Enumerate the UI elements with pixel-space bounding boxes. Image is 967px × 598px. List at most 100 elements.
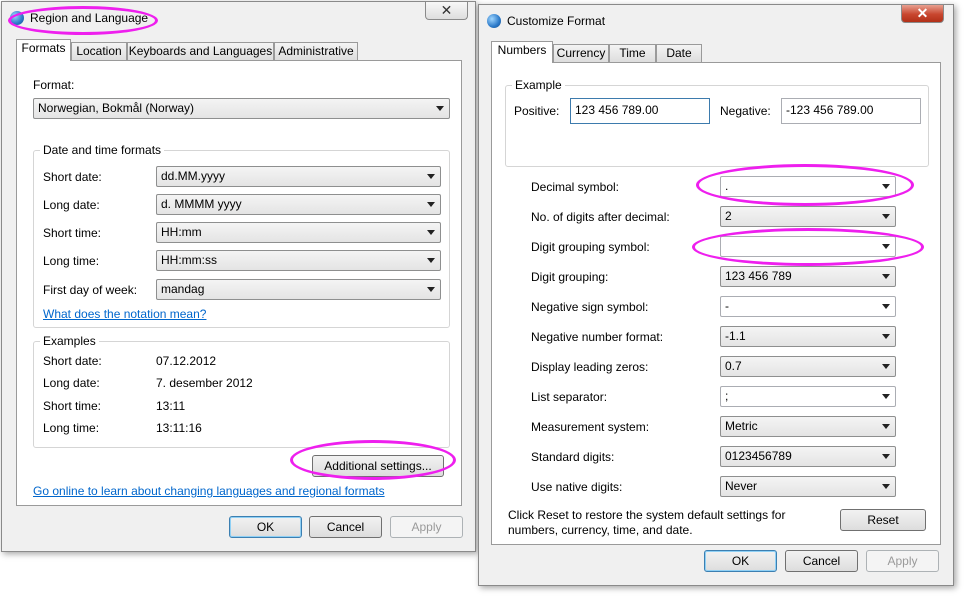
region-dialog-titlebar[interactable]: Region and Language ✕ [2,2,475,32]
digit-grouping-value: 123 456 789 [725,269,792,283]
long-date-dropdown[interactable]: d. MMMM yyyy [156,194,441,215]
tab-label: Location [76,44,122,58]
short-time-dropdown[interactable]: HH:mm [156,222,441,243]
customize-dialog-titlebar[interactable]: Customize Format ✕ [479,5,953,35]
button-label: Cancel [802,554,841,568]
tab-currency[interactable]: Currency [553,44,609,63]
customize-close-button[interactable]: ✕ [901,5,944,23]
long-time-value: HH:mm:ss [161,253,217,267]
tab-label: Time [619,46,646,60]
button-label: Apply [887,554,918,568]
native-digits-dropdown[interactable]: Never [720,476,896,497]
leading-zeros-label: Display leading zeros: [531,360,649,374]
positive-example-value: 123 456 789.00 [575,103,659,117]
region-ok-button[interactable]: OK [229,516,302,538]
customize-apply-button[interactable]: Apply [866,550,939,572]
button-label: Reset [867,513,899,527]
leading-zeros-dropdown[interactable]: 0.7 [720,356,896,377]
tab-time[interactable]: Time [609,44,656,63]
digits-after-decimal-value: 2 [725,209,732,223]
chevron-down-icon [882,334,890,339]
negative-number-format-value: -1.1 [725,329,746,343]
positive-example-field: 123 456 789.00 [570,98,710,124]
chevron-down-icon [882,274,890,279]
online-help-link[interactable]: Go online to learn about changing langua… [33,484,385,498]
list-separator-value: ; [725,389,729,403]
example-long-date-label: Long date: [43,376,100,390]
digits-after-decimal-dropdown[interactable]: 2 [720,206,896,227]
group-title: Example [512,78,565,92]
digit-grouping-label: Digit grouping: [531,270,609,284]
decimal-symbol-dropdown[interactable]: . [720,176,896,197]
long-time-dropdown[interactable]: HH:mm:ss [156,250,441,271]
button-label: OK [256,520,275,534]
digit-grouping-symbol-dropdown[interactable] [720,236,896,257]
globe-icon [487,14,501,28]
first-day-of-week-value: mandag [161,282,205,296]
negative-label: Negative: [720,104,771,118]
chevron-down-icon [882,484,890,489]
first-day-of-week-dropdown[interactable]: mandag [156,279,441,300]
short-time-label: Short time: [43,226,102,240]
button-label: OK [731,554,750,568]
region-close-button[interactable]: ✕ [425,2,468,20]
chevron-down-icon [427,230,435,235]
digit-grouping-symbol-label: Digit grouping symbol: [531,240,650,254]
customize-cancel-button[interactable]: Cancel [785,550,858,572]
customize-dialog-title: Customize Format [507,14,606,28]
measurement-system-value: Metric [725,419,758,433]
digit-grouping-dropdown[interactable]: 123 456 789 [720,266,896,287]
example-group: Example Positive: 123 456 789.00 Negativ… [505,78,929,167]
example-short-date-value: 07.12.2012 [156,354,217,368]
examples-group: Examples Short date: 07.12.2012 Long dat… [33,334,450,448]
region-language-dialog: Region and Language ✕ Formats Location K… [1,1,476,552]
button-label: Additional settings... [324,459,432,473]
negative-number-format-label: Negative number format: [531,330,664,344]
example-long-time-value: 13:11:16 [156,421,202,435]
region-dialog-title: Region and Language [30,11,149,25]
tab-label: Date [666,46,692,60]
standard-digits-dropdown[interactable]: 0123456789 [720,446,896,467]
tab-administrative[interactable]: Administrative [274,42,358,61]
long-time-label: Long time: [43,254,100,268]
list-separator-dropdown[interactable]: ; [720,386,896,407]
example-short-date-label: Short date: [43,354,102,368]
measurement-system-dropdown[interactable]: Metric [720,416,896,437]
short-time-value: HH:mm [161,225,202,239]
tab-numbers[interactable]: Numbers [491,41,553,63]
leading-zeros-value: 0.7 [725,359,742,373]
short-date-label: Short date: [43,170,102,184]
tab-formats[interactable]: Formats [16,39,71,61]
tab-keyboards-languages[interactable]: Keyboards and Languages [127,42,274,61]
negative-example-field: -123 456 789.00 [781,98,921,124]
chevron-down-icon [882,424,890,429]
format-dropdown[interactable]: Norwegian, Bokmål (Norway) [33,98,450,119]
short-date-dropdown[interactable]: dd.MM.yyyy [156,166,441,187]
notation-help-link[interactable]: What does the notation mean? [43,307,206,321]
example-long-time-label: Long time: [43,421,100,435]
measurement-system-label: Measurement system: [531,420,650,434]
tab-date[interactable]: Date [656,44,702,63]
region-apply-button[interactable]: Apply [390,516,463,538]
reset-button[interactable]: Reset [840,509,926,531]
format-label: Format: [33,78,75,92]
standard-digits-value: 0123456789 [725,449,792,463]
additional-settings-button[interactable]: Additional settings... [312,455,444,477]
decimal-symbol-label: Decimal symbol: [531,180,620,194]
chevron-down-icon [882,184,890,189]
group-title: Date and time formats [40,143,165,157]
tab-label: Numbers [497,43,547,57]
chevron-down-icon [882,394,890,399]
reset-description: Click Reset to restore the system defaul… [508,508,786,537]
customize-ok-button[interactable]: OK [704,550,777,572]
negative-number-format-dropdown[interactable]: -1.1 [720,326,896,347]
decimal-symbol-value: . [725,179,729,193]
chevron-down-icon [427,174,435,179]
region-cancel-button[interactable]: Cancel [309,516,382,538]
tab-location[interactable]: Location [71,42,127,61]
negative-sign-symbol-dropdown[interactable]: - [720,296,896,317]
digits-after-decimal-label: No. of digits after decimal: [531,210,670,224]
tab-label: Administrative [278,44,354,58]
native-digits-label: Use native digits: [531,480,623,494]
formats-panel: Format: Norwegian, Bokmål (Norway) Date … [16,60,462,506]
